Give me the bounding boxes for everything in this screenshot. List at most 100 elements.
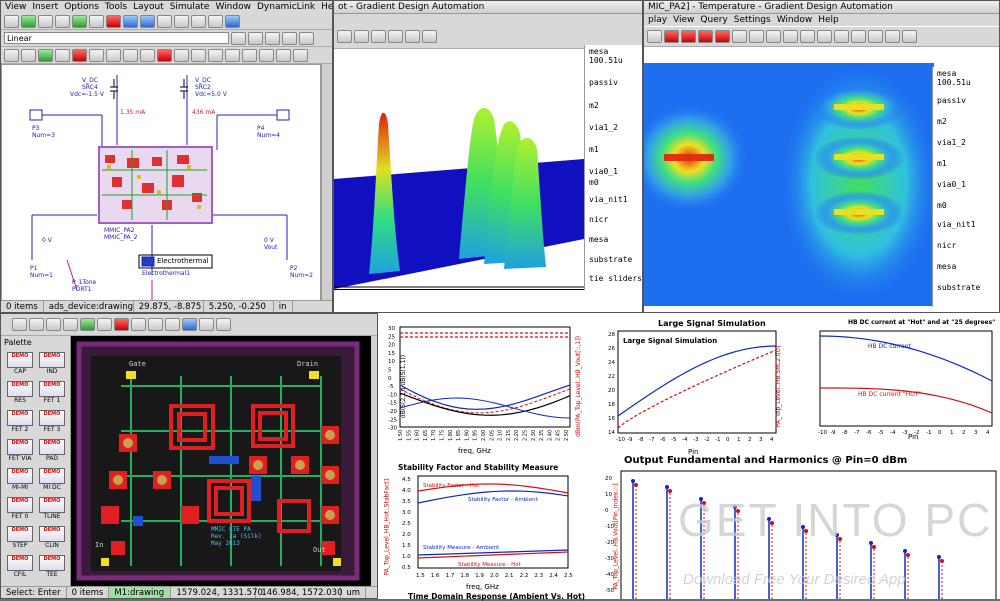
toolbar-button[interactable] (231, 31, 246, 45)
label-electrothermal[interactable]: Electrothermal (157, 257, 209, 265)
toolbar-button[interactable] (715, 30, 730, 43)
toolbar-button[interactable] (55, 48, 70, 62)
toolbar-button[interactable] (29, 318, 44, 331)
undo-icon[interactable] (123, 14, 138, 28)
menu-dynamiclink[interactable]: DynamicLink (257, 2, 315, 12)
palette-item[interactable]: DEMO CFIL (5, 555, 35, 578)
stop-icon[interactable] (157, 48, 172, 62)
delete-icon[interactable] (72, 48, 87, 62)
menu-display[interactable]: play (648, 15, 667, 25)
toolbar-button[interactable] (259, 48, 274, 62)
toolbar-button[interactable] (354, 30, 369, 43)
menu-layout[interactable]: Layout (133, 2, 164, 12)
toolbar-button[interactable] (282, 31, 297, 45)
menu-help[interactable]: Help (321, 2, 332, 12)
palette-item[interactable]: DEMO FET 2 (5, 410, 35, 433)
toolbar-button[interactable] (698, 30, 713, 43)
toolbar-button[interactable] (131, 318, 146, 331)
toolbar-button[interactable] (191, 48, 206, 62)
toolbar-button[interactable] (248, 31, 263, 45)
toolbar-button[interactable] (293, 48, 308, 62)
palette-item[interactable]: DEMO TEE (37, 555, 67, 578)
toolbar-button[interactable] (38, 48, 53, 62)
zoom-in-icon[interactable] (766, 30, 781, 43)
toolbar-button[interactable] (299, 31, 314, 45)
toolbar-button[interactable] (21, 48, 36, 62)
menu-settings[interactable]: Settings (734, 15, 771, 25)
toolbar-button[interactable] (422, 30, 437, 43)
toolbar-button[interactable] (123, 48, 138, 62)
toolbar-button[interactable] (664, 30, 679, 43)
toolbar-button[interactable] (12, 318, 27, 331)
toolbar-button[interactable] (371, 30, 386, 43)
toolbar-button[interactable] (182, 318, 197, 331)
redo-icon[interactable] (140, 14, 155, 28)
toolbar-button[interactable] (4, 48, 19, 62)
menu-insert[interactable]: Insert (32, 2, 58, 12)
palette-item[interactable]: DEMO IND (37, 352, 67, 375)
menu-query[interactable]: Query (700, 15, 727, 25)
toolbar-button[interactable] (63, 318, 78, 331)
menu-options[interactable]: Options (64, 2, 99, 12)
toolbar-button[interactable] (4, 14, 19, 28)
toolbar-button[interactable] (885, 30, 900, 43)
zoom-out-icon[interactable] (783, 30, 798, 43)
palette-item[interactable]: DEMO PAD (37, 439, 67, 462)
thermal-3d-view[interactable] (334, 49, 584, 297)
mode-select[interactable]: Linear (4, 32, 229, 44)
toolbar-button[interactable] (276, 48, 291, 62)
palette-item[interactable]: DEMO CLIN (37, 526, 67, 549)
delete-icon[interactable] (114, 318, 129, 331)
toolbar-button[interactable] (265, 31, 280, 45)
toolbar-button[interactable] (80, 318, 95, 331)
toolbar-button[interactable] (732, 30, 747, 43)
toolbar-button[interactable] (388, 30, 403, 43)
toolbar-button[interactable] (834, 30, 849, 43)
menu-simulate[interactable]: Simulate (170, 2, 210, 12)
toolbar-button[interactable] (749, 30, 764, 43)
delete-icon[interactable] (106, 14, 121, 28)
toolbar-button[interactable] (21, 14, 36, 28)
palette-item[interactable]: DEMO FET 3 (37, 410, 67, 433)
schematic-canvas[interactable]: V_DC SRC4 Vdc=-1.5 V V_DC SRC2 Vdc=5.0 V… (1, 64, 321, 301)
toolbar-button[interactable] (800, 30, 815, 43)
toolbar-button[interactable] (157, 14, 172, 28)
toolbar-button[interactable] (38, 14, 53, 28)
palette-item[interactable]: DEMO FET VIA (5, 439, 35, 462)
menu-view[interactable]: View (5, 2, 26, 12)
palette-item[interactable]: DEMO MI-MI (5, 468, 35, 491)
toolbar-button[interactable] (148, 318, 163, 331)
palette-item[interactable]: DEMO FET 0 (5, 497, 35, 520)
toolbar-button[interactable] (851, 30, 866, 43)
toolbar-button[interactable] (405, 30, 420, 43)
toolbar-button[interactable] (174, 48, 189, 62)
toolbar-button[interactable] (216, 318, 231, 331)
toolbar-button[interactable] (140, 48, 155, 62)
toolbar-button[interactable] (225, 48, 240, 62)
toolbar-button[interactable] (225, 14, 240, 28)
palette-item[interactable]: DEMO STEP (5, 526, 35, 549)
toolbar-button[interactable] (208, 48, 223, 62)
tie-sliders-checkbox[interactable]: tie sliders (589, 274, 642, 283)
toolbar-button[interactable] (89, 48, 104, 62)
toolbar-button[interactable] (902, 30, 917, 43)
toolbar-button[interactable] (191, 14, 206, 28)
layout-vscroll[interactable] (371, 336, 377, 588)
menu-tools[interactable]: Tools (105, 2, 127, 12)
temperature-map[interactable] (644, 63, 934, 306)
palette-item[interactable]: DEMO CAP (5, 352, 35, 375)
layout-canvas[interactable]: Gate Drain In Out MMIC LTE PA Rev. 2a (S… (71, 336, 371, 588)
palette-item[interactable]: DEMO TLINE (37, 497, 67, 520)
menu-window[interactable]: Window (215, 2, 251, 12)
toolbar-button[interactable] (647, 30, 662, 43)
palette-item[interactable]: DEMO MI DC (37, 468, 67, 491)
schematic-vscroll[interactable] (321, 64, 332, 301)
toolbar-button[interactable] (868, 30, 883, 43)
toolbar-button[interactable] (97, 318, 112, 331)
toolbar-button[interactable] (106, 48, 121, 62)
toolbar-button[interactable] (817, 30, 832, 43)
toolbar-button[interactable] (165, 318, 180, 331)
toolbar-button[interactable] (242, 48, 257, 62)
palette-item[interactable]: DEMO FET 1 (37, 381, 67, 404)
zoom-icon[interactable] (337, 30, 352, 43)
